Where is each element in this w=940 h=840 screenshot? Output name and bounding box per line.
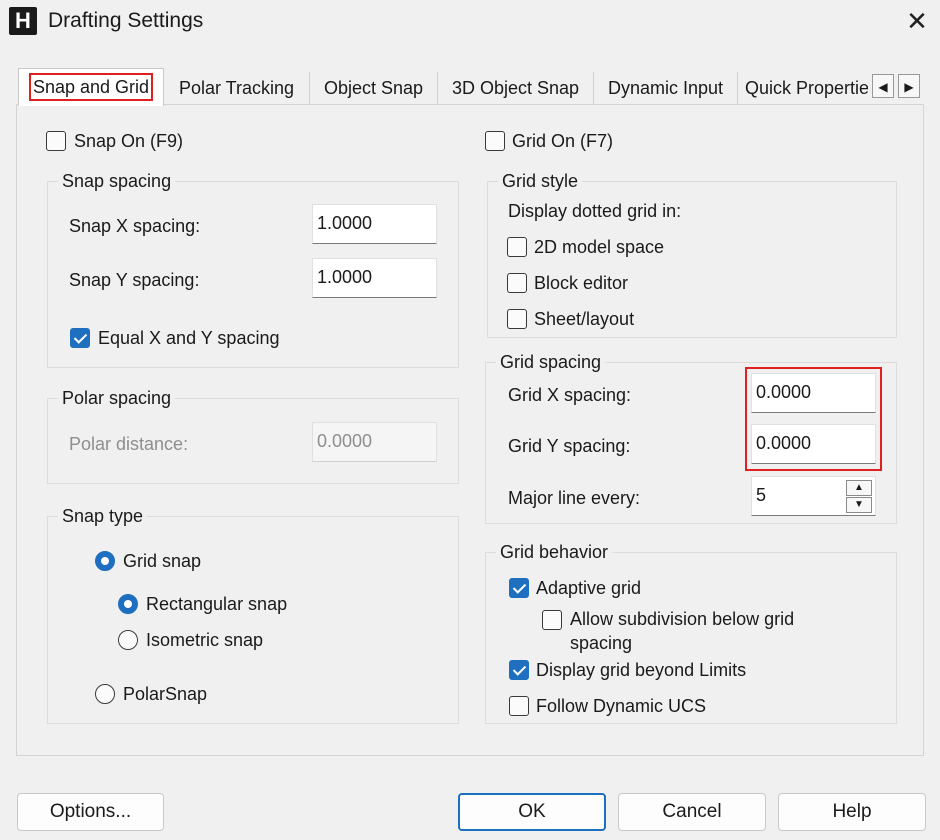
major-line-label: Major line every: (508, 488, 641, 508)
equal-spacing-label: Equal X and Y spacing (98, 328, 280, 348)
snap-y-label: Snap Y spacing: (69, 270, 200, 290)
tab-object-snap[interactable]: Object Snap (310, 72, 438, 104)
tab-quick-properties[interactable]: Quick Properties (738, 72, 868, 104)
grid-y-label: Grid Y spacing: (508, 436, 631, 456)
spin-up-icon[interactable]: ▲ (846, 480, 872, 496)
options-button[interactable]: Options... (17, 793, 164, 831)
rectangular-snap-radio[interactable] (118, 594, 138, 614)
grid-x-label: Grid X spacing: (508, 385, 632, 405)
spin-down-icon[interactable]: ▼ (846, 497, 872, 513)
tab-snap-and-grid[interactable]: Snap and Grid (18, 68, 164, 106)
grid-y-input[interactable]: 0.0000 (751, 424, 876, 464)
ok-button[interactable]: OK (458, 793, 606, 831)
subdivision-checkbox[interactable] (542, 610, 562, 630)
window-title: Drafting Settings (48, 9, 204, 32)
isometric-snap-label: Isometric snap (146, 630, 264, 650)
tab-scroll-right-icon[interactable]: ▶ (898, 74, 920, 98)
beyond-limits-checkbox[interactable] (509, 660, 529, 680)
sheet-layout-label: Sheet/layout (534, 309, 635, 329)
grid-snap-radio[interactable] (95, 551, 115, 571)
grid-style-title: Grid style (498, 169, 583, 193)
cancel-button[interactable]: Cancel (618, 793, 766, 831)
snap-on-label: Snap On (F9) (74, 131, 184, 151)
subdivision-label-line1: Allow subdivision below grid (570, 609, 795, 629)
subdivision-label-line2: spacing (570, 633, 633, 653)
block-editor-label: Block editor (534, 273, 629, 293)
polarsnap-label: PolarSnap (123, 684, 208, 704)
snap-on-checkbox[interactable] (46, 131, 66, 151)
rectangular-snap-label: Rectangular snap (146, 594, 288, 614)
grid-behavior-title: Grid behavior (496, 540, 613, 564)
grid-on-label: Grid On (F7) (512, 131, 614, 151)
tab-dynamic-input[interactable]: Dynamic Input (594, 72, 738, 104)
grid-style-caption: Display dotted grid in: (508, 201, 682, 221)
grid-x-input[interactable]: 0.0000 (751, 373, 876, 413)
tab-polar-tracking[interactable]: Polar Tracking (164, 72, 310, 104)
grid-snap-label: Grid snap (123, 551, 202, 571)
tab-scroll-left-icon[interactable]: ◀ (872, 74, 894, 98)
grid-on-checkbox[interactable] (485, 131, 505, 151)
tab-3d-object-snap[interactable]: 3D Object Snap (438, 72, 594, 104)
grid-spacing-title: Grid spacing (496, 350, 606, 374)
snap-x-input[interactable]: 1.0000 (312, 204, 437, 244)
snap-spacing-title: Snap spacing (58, 169, 176, 193)
polarsnap-radio[interactable] (95, 684, 115, 704)
snap-x-label: Snap X spacing: (69, 216, 201, 236)
beyond-limits-label: Display grid beyond Limits (536, 660, 747, 680)
polar-distance-label: Polar distance: (69, 434, 189, 454)
model-space-label: 2D model space (534, 237, 665, 257)
snap-y-input[interactable]: 1.0000 (312, 258, 437, 298)
follow-ucs-label: Follow Dynamic UCS (536, 696, 707, 716)
sheet-layout-checkbox[interactable] (507, 309, 527, 329)
close-icon[interactable]: ✕ (900, 4, 934, 38)
help-button[interactable]: Help (778, 793, 926, 831)
app-h-icon: H (9, 7, 37, 35)
adaptive-grid-label: Adaptive grid (536, 578, 642, 598)
equal-spacing-checkbox[interactable] (70, 328, 90, 348)
snap-type-title: Snap type (58, 504, 148, 528)
model-space-checkbox[interactable] (507, 237, 527, 257)
follow-ucs-checkbox[interactable] (509, 696, 529, 716)
adaptive-grid-checkbox[interactable] (509, 578, 529, 598)
isometric-snap-radio[interactable] (118, 630, 138, 650)
polar-spacing-title: Polar spacing (58, 386, 176, 410)
block-editor-checkbox[interactable] (507, 273, 527, 293)
tab-snap-and-grid-label: Snap and Grid (28, 73, 154, 101)
polar-distance-input: 0.0000 (312, 422, 437, 462)
